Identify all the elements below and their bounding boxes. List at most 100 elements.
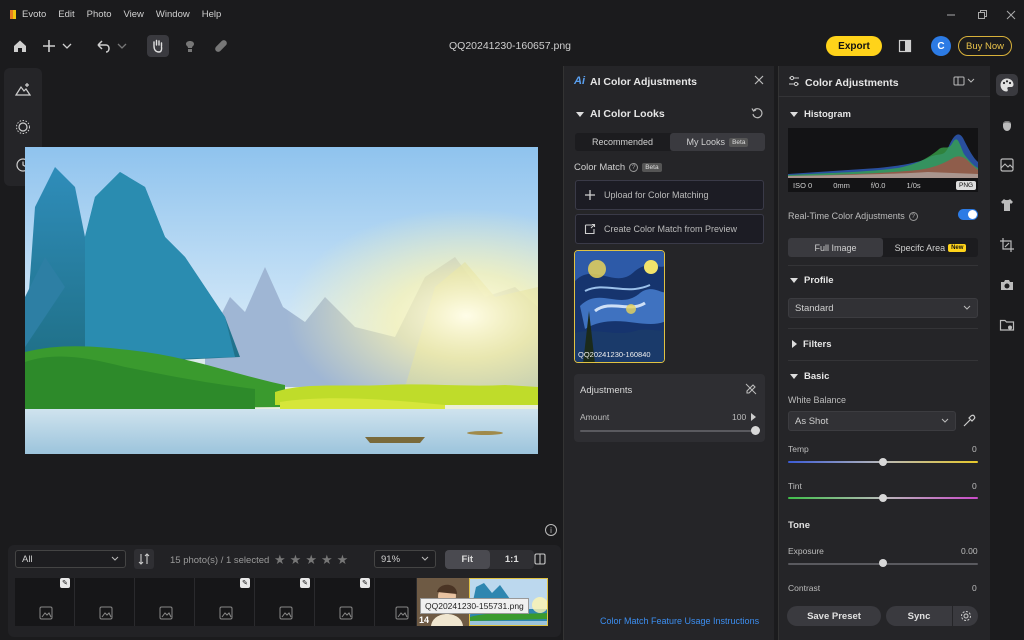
- color-adjustments-title: Color Adjustments: [805, 77, 899, 89]
- profile-header[interactable]: Profile: [790, 275, 834, 286]
- edited-pen-icon: ✎: [60, 578, 70, 588]
- amount-slider[interactable]: [580, 430, 756, 432]
- exif-iso: ISO 0: [793, 181, 813, 190]
- filter-select[interactable]: All: [15, 550, 126, 568]
- image-placeholder-icon: [339, 606, 353, 620]
- fit-button[interactable]: Fit: [445, 550, 490, 569]
- filters-header[interactable]: Filters: [792, 339, 832, 350]
- main-photo[interactable]: [25, 147, 538, 454]
- save-preset-button[interactable]: Save Preset: [787, 606, 881, 626]
- collapse-triangle-icon: [576, 111, 584, 117]
- menu-window[interactable]: Window: [156, 9, 190, 20]
- white-balance-select-value: As Shot: [795, 415, 829, 427]
- exposure-label: Exposure: [788, 546, 824, 556]
- compare-view-icon[interactable]: [894, 35, 916, 57]
- histogram-header[interactable]: Histogram: [790, 109, 851, 120]
- ai-looks-tabs: Recommended My Looks Beta: [575, 133, 765, 151]
- star-icon[interactable]: ★: [305, 552, 317, 568]
- selection-count: 15 photo(s) / 1 selected: [170, 555, 270, 566]
- menu-help[interactable]: Help: [202, 9, 222, 20]
- undo-dropdown-button[interactable]: [94, 35, 128, 57]
- filter-tool-icon[interactable]: [12, 116, 34, 138]
- create-color-match-button[interactable]: Create Color Match from Preview: [575, 214, 764, 244]
- menu-photo[interactable]: Photo: [87, 9, 112, 20]
- amount-slider-knob[interactable]: [751, 426, 760, 435]
- close-icon[interactable]: [753, 74, 765, 86]
- film-thumbnail[interactable]: [375, 578, 417, 626]
- camera-icon[interactable]: [996, 274, 1018, 296]
- specific-area-button[interactable]: Specifc Area New: [883, 238, 978, 257]
- divider: [788, 360, 978, 361]
- folder-settings-icon[interactable]: [996, 314, 1018, 336]
- ai-panel-title: AI Color Adjustments: [590, 76, 697, 88]
- star-icon[interactable]: ★: [321, 552, 333, 568]
- add-dropdown-button[interactable]: [40, 35, 74, 57]
- help-icon[interactable]: ?: [908, 211, 918, 221]
- hand-tool-icon[interactable]: [147, 35, 169, 57]
- edited-pen-icon: ✎: [300, 578, 310, 588]
- upload-color-match-button[interactable]: Upload for Color Matching: [575, 180, 764, 210]
- realtime-label: Real-Time Color Adjustments: [788, 211, 905, 221]
- film-thumbnail[interactable]: ✎: [195, 578, 255, 626]
- film-thumbnail[interactable]: [135, 578, 195, 626]
- sync-settings-icon[interactable]: [953, 606, 978, 626]
- ai-looks-header[interactable]: AI Color Looks: [576, 108, 665, 120]
- info-icon[interactable]: i: [545, 524, 557, 536]
- landscape-tool-icon[interactable]: [12, 78, 34, 100]
- menu-view[interactable]: View: [124, 9, 144, 20]
- basic-header[interactable]: Basic: [790, 371, 829, 382]
- exposure-slider-knob[interactable]: [879, 559, 887, 567]
- one-to-one-button[interactable]: 1:1: [490, 550, 535, 569]
- area-scope-toggle: Full Image Specifc Area New: [788, 238, 978, 257]
- white-balance-select[interactable]: As Shot: [788, 411, 956, 431]
- film-thumbnail[interactable]: ✎: [315, 578, 375, 626]
- amount-expand-icon[interactable]: [751, 413, 756, 421]
- face-retouch-icon[interactable]: [996, 114, 1018, 136]
- panel-layout-icon[interactable]: [530, 549, 550, 569]
- tab-my-looks-label: My Looks: [686, 137, 726, 147]
- restore-icon[interactable]: [975, 8, 989, 22]
- help-icon[interactable]: ?: [629, 163, 639, 172]
- full-image-button[interactable]: Full Image: [788, 238, 883, 257]
- sort-icon[interactable]: [134, 549, 154, 569]
- export-button[interactable]: Export: [826, 36, 882, 56]
- sync-button[interactable]: Sync: [886, 606, 952, 626]
- tint-slider-knob[interactable]: [879, 494, 887, 502]
- menu-edit[interactable]: Edit: [58, 9, 74, 20]
- thumbnail-caption: QQ20241230-160840: [578, 350, 651, 359]
- eyedropper-icon[interactable]: [962, 414, 976, 428]
- panel-view-dropdown[interactable]: [953, 75, 977, 87]
- bandage-tool-icon[interactable]: [210, 35, 232, 57]
- expand-triangle-icon: [792, 340, 797, 349]
- crop-adjust-icon[interactable]: [996, 234, 1018, 256]
- star-icon[interactable]: ★: [337, 552, 349, 568]
- avatar[interactable]: C: [931, 36, 951, 56]
- star-icon[interactable]: ★: [274, 552, 286, 568]
- close-window-icon[interactable]: [1004, 8, 1018, 22]
- reset-icon[interactable]: [750, 106, 764, 120]
- stamp-tool-icon[interactable]: [179, 35, 201, 57]
- zoom-select[interactable]: 91%: [374, 550, 436, 568]
- profile-select[interactable]: Standard: [788, 298, 978, 318]
- film-thumbnail[interactable]: ✎: [255, 578, 315, 626]
- temp-slider-knob[interactable]: [879, 458, 887, 466]
- background-icon[interactable]: [996, 154, 1018, 176]
- edit-adjustments-icon[interactable]: [745, 383, 757, 395]
- home-icon[interactable]: [9, 35, 31, 57]
- menu-evoto[interactable]: Evoto: [22, 9, 46, 20]
- tab-my-looks[interactable]: My Looks Beta: [670, 133, 765, 151]
- film-thumbnail[interactable]: ✎: [15, 578, 75, 626]
- minimize-icon[interactable]: [944, 8, 958, 22]
- thumbnail-count-badge: 14: [419, 615, 430, 625]
- tab-recommended[interactable]: Recommended: [575, 133, 670, 151]
- buy-now-button[interactable]: Buy Now: [958, 36, 1012, 56]
- film-thumbnail[interactable]: [75, 578, 135, 626]
- realtime-toggle[interactable]: [958, 209, 978, 220]
- color-match-thumbnail[interactable]: QQ20241230-160840: [574, 250, 665, 363]
- color-match-help-link[interactable]: Color Match Feature Usage Instructions: [600, 616, 759, 626]
- star-icon[interactable]: ★: [290, 552, 302, 568]
- color-match-label: Color Match: [574, 162, 626, 173]
- clothing-icon[interactable]: [996, 194, 1018, 216]
- star-rating[interactable]: ★ ★ ★ ★ ★: [274, 552, 348, 568]
- palette-icon[interactable]: [996, 74, 1018, 96]
